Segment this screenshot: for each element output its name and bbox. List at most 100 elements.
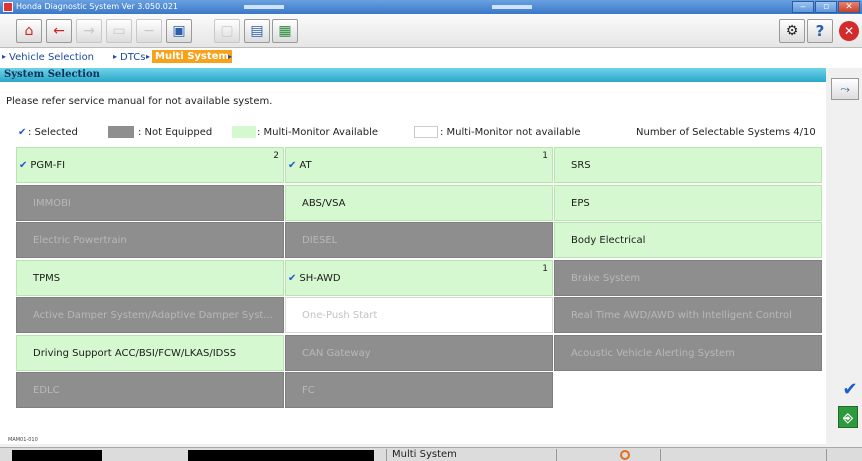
system-label: Brake System: [571, 272, 641, 284]
confirm-button[interactable]: ✔: [840, 380, 860, 400]
system-label: IMMOBI: [33, 197, 71, 209]
forward-button[interactable]: →: [76, 19, 102, 43]
settings-button[interactable]: ⚙: [779, 19, 805, 43]
breadcrumb-arrow: ▸: [146, 52, 151, 61]
system-cell[interactable]: ✔ AT 1: [285, 147, 553, 183]
close-icon: ✕: [843, 24, 855, 38]
legend-available-swatch: [232, 126, 256, 138]
minus-icon: −: [143, 23, 155, 39]
system-cell[interactable]: ABS/VSA: [285, 184, 553, 221]
system-cell[interactable]: One-Push Start: [285, 297, 553, 333]
toolbar: ⌂ ← → ▭ − ▣ ▢ ▤ ▦ ⚙ ? ✕: [0, 14, 862, 48]
exit-door-icon: ⎆: [843, 411, 853, 425]
title-bar: Honda Diagnostic System Ver 3.050.021 ‒ …: [0, 0, 862, 14]
breadcrumb-dtcs[interactable]: DTCs: [120, 52, 145, 63]
legend-not-equipped-swatch: [108, 126, 134, 138]
app-icon: [3, 2, 13, 12]
system-label: EDLC: [33, 385, 60, 396]
image-button[interactable]: ▦: [272, 19, 298, 43]
legend-not-available-swatch: [414, 126, 438, 138]
system-cell[interactable]: ✔ PGM-FI 2: [16, 147, 284, 183]
monitor-count: 2: [273, 151, 279, 161]
system-label: AT: [299, 160, 312, 171]
minus-button[interactable]: −: [136, 19, 162, 43]
section-title: System Selection: [0, 68, 826, 82]
print-button[interactable]: ▭: [106, 19, 132, 43]
help-icon: ?: [815, 22, 825, 40]
home-icon: ⌂: [24, 23, 34, 39]
minimize-button[interactable]: ‒: [792, 1, 814, 13]
system-label: SRS: [571, 160, 591, 171]
title-decoration: [244, 5, 284, 9]
graph-icon: ⤳: [840, 82, 850, 96]
back-button[interactable]: ←: [46, 19, 72, 43]
breadcrumb-arrow: ▸: [113, 52, 118, 61]
system-cell[interactable]: TPMS: [16, 259, 284, 296]
print-icon: ▭: [112, 23, 126, 39]
system-cell[interactable]: ✔ SH-AWD 1: [285, 259, 553, 296]
legend-selected: : Selected: [28, 127, 78, 138]
forward-arrow-icon: →: [83, 23, 95, 39]
system-cell[interactable]: Body Electrical: [554, 222, 822, 258]
status-separator: [660, 449, 661, 461]
maximize-button[interactable]: ▫: [815, 1, 837, 13]
system-label: ABS/VSA: [302, 197, 346, 209]
system-label: DIESEL: [302, 235, 338, 246]
system-label: Electric Powertrain: [33, 235, 127, 246]
breadcrumb-arrow: ▸: [228, 52, 233, 61]
system-label: FC: [302, 385, 315, 396]
exit-door-button[interactable]: ⎆: [838, 406, 858, 428]
system-cell: EDLC: [16, 372, 284, 408]
monitor-count: 1: [542, 263, 548, 274]
checkmark-icon: ✔: [842, 379, 858, 400]
side-tool-button[interactable]: ⤳: [831, 78, 859, 100]
legend-multi-available: : Multi-Monitor Available: [257, 127, 379, 138]
system-cell: DIESEL: [285, 222, 553, 258]
system-cell: CAN Gateway: [285, 334, 553, 371]
legend-multi-not-available: : Multi-Monitor not available: [440, 127, 581, 138]
system-label: Acoustic Vehicle Alerting System: [571, 347, 735, 359]
help-button[interactable]: ?: [807, 19, 833, 43]
breadcrumb-multi-system: Multi System: [152, 50, 232, 63]
system-cell[interactable]: SRS: [554, 147, 822, 183]
system-cell: FC: [285, 372, 553, 408]
status-separator: [826, 449, 827, 461]
system-cell: Active Damper System/Adaptive Damper Sys…: [16, 297, 284, 333]
home-button[interactable]: ⌂: [16, 19, 42, 43]
save-screen-icon: ▣: [172, 23, 186, 39]
system-cell: Real Time AWD/AWD with Intelligent Contr…: [554, 297, 822, 333]
selected-check-icon: ✔: [288, 160, 297, 171]
legend-check-icon: ✔: [18, 127, 27, 138]
window-title: Honda Diagnostic System Ver 3.050.021: [16, 2, 178, 11]
report-button[interactable]: ▤: [244, 19, 270, 43]
system-label: PGM-FI: [30, 160, 66, 171]
status-bar: Multi System: [0, 447, 862, 461]
system-label: CAN Gateway: [302, 347, 371, 359]
system-label: Real Time AWD/AWD with Intelligent Contr…: [571, 310, 792, 321]
selectable-systems-count: Number of Selectable Systems 4/10: [636, 127, 816, 138]
screen-id: MAM01-010: [8, 437, 38, 443]
system-label: Body Electrical: [571, 235, 646, 246]
disabled-button[interactable]: ▢: [214, 19, 240, 43]
system-cell: Acoustic Vehicle Alerting System: [554, 334, 822, 371]
system-cell: Brake System: [554, 259, 822, 296]
connection-status-icon: [620, 450, 630, 460]
breadcrumb: ▸ Vehicle Selection ▸ DTCs ▸ Multi Syste…: [0, 48, 862, 68]
breadcrumb-arrow: ▸: [2, 52, 7, 61]
system-label: SH-AWD: [299, 272, 341, 284]
system-cell: IMMOBI: [16, 184, 284, 221]
system-cell: Electric Powertrain: [16, 222, 284, 258]
close-window-button[interactable]: ✕: [838, 1, 860, 13]
disabled-icon: ▢: [220, 23, 234, 39]
selected-check-icon: ✔: [19, 160, 28, 171]
system-label: Driving Support ACC/BSI/FCW/LKAS/IDSS: [33, 347, 237, 359]
save-screen-button[interactable]: ▣: [166, 19, 192, 43]
selected-check-icon: ✔: [288, 272, 297, 284]
exit-button[interactable]: ✕: [839, 21, 859, 41]
legend-not-equipped: : Not Equipped: [138, 127, 213, 138]
breadcrumb-vehicle-selection[interactable]: Vehicle Selection: [9, 52, 94, 63]
system-label: Active Damper System/Adaptive Damper Sys…: [33, 310, 273, 321]
system-cell[interactable]: Driving Support ACC/BSI/FCW/LKAS/IDSS: [16, 334, 284, 371]
system-label: EPS: [571, 197, 590, 209]
system-cell[interactable]: EPS: [554, 184, 822, 221]
